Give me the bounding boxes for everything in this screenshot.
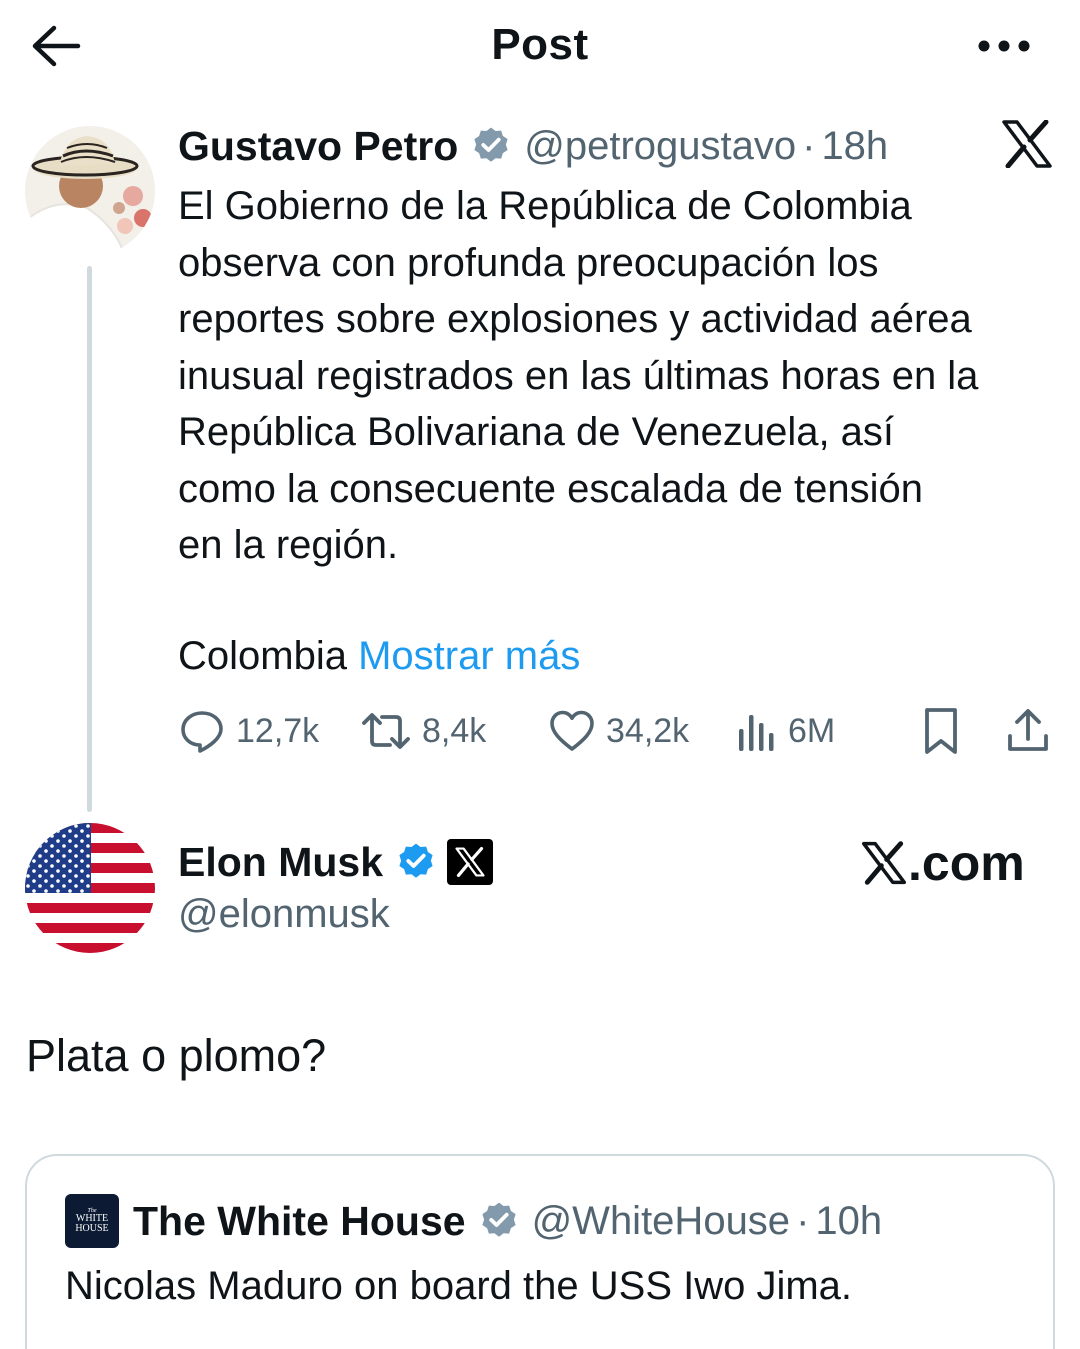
author-name[interactable]: Gustavo Petro	[178, 123, 458, 170]
author-handle[interactable]: @petrogustavo	[524, 124, 796, 169]
quoted-post-header: The WHITE HOUSE The White House @WhiteHo…	[65, 1194, 882, 1248]
more-icon	[978, 40, 1030, 52]
quoted-author-handle[interactable]: @WhiteHouse	[532, 1199, 790, 1244]
verified-icon	[395, 841, 437, 883]
tweet-body-tail: Colombia Mostrar más	[178, 628, 580, 684]
quoted-post-text: Nicolas Maduro on board the USS Iwo Jima…	[65, 1264, 853, 1308]
like-icon	[550, 710, 594, 751]
post-time[interactable]: 18h	[821, 124, 888, 169]
tweet-header: Gustavo Petro @petrogustavo · 18h	[178, 120, 888, 172]
tweet-body: El Gobierno de la República de Colombia …	[178, 184, 979, 567]
logo-text-house: HOUSE	[75, 1223, 109, 1234]
show-more-link[interactable]: Mostrar más	[358, 634, 580, 678]
whitehouse-avatar[interactable]: The WHITE HOUSE	[65, 1194, 119, 1248]
quoted-post-time[interactable]: 10h	[815, 1199, 882, 1244]
x-affiliation-badge-icon[interactable]	[447, 839, 494, 885]
tweet-body-last-word: Colombia	[178, 634, 347, 678]
separator-dot: ·	[802, 123, 816, 168]
x-logo-icon	[862, 841, 906, 885]
quoted-post-card[interactable]: The WHITE HOUSE The White House @WhiteHo…	[25, 1154, 1055, 1349]
author-name[interactable]: Elon Musk	[178, 839, 383, 886]
xcom-text: .com	[908, 835, 1025, 891]
avatar-musk[interactable]	[25, 823, 155, 953]
views-icon	[739, 715, 774, 751]
share-icon	[1008, 709, 1048, 751]
views-count: 6M	[788, 711, 836, 750]
bookmark-button[interactable]	[918, 702, 964, 760]
x-logo-icon	[1002, 119, 1052, 169]
quoted-author-name[interactable]: The White House	[133, 1198, 466, 1245]
tweet-text: Plata o plomo?	[26, 1030, 327, 1081]
page-title: Post	[491, 20, 589, 69]
like-button[interactable]: 34,2k	[548, 702, 689, 760]
repost-count: 8,4k	[422, 711, 487, 750]
share-button[interactable]	[1004, 702, 1052, 760]
verified-icon	[478, 1200, 520, 1242]
repost-icon	[362, 713, 410, 749]
tweet2-header: Elon Musk	[178, 836, 494, 888]
like-count: 34,2k	[606, 711, 690, 750]
reply-count: 12,7k	[236, 711, 320, 750]
views-button[interactable]: 6M	[736, 702, 835, 760]
verified-icon	[470, 125, 512, 167]
more-options-button[interactable]	[972, 30, 1036, 62]
author-handle[interactable]: @elonmusk	[178, 892, 390, 937]
xcom-watermark: .com	[862, 834, 1025, 892]
separator-dot: ·	[796, 1198, 810, 1243]
avatar-petro[interactable]	[25, 126, 155, 256]
thread-line	[87, 266, 92, 812]
top-bar: Post	[0, 0, 1080, 92]
reply-icon	[181, 711, 223, 753]
repost-button[interactable]: 8,4k	[360, 702, 486, 760]
bookmark-icon	[925, 708, 957, 754]
reply-button[interactable]: 12,7k	[178, 702, 319, 760]
